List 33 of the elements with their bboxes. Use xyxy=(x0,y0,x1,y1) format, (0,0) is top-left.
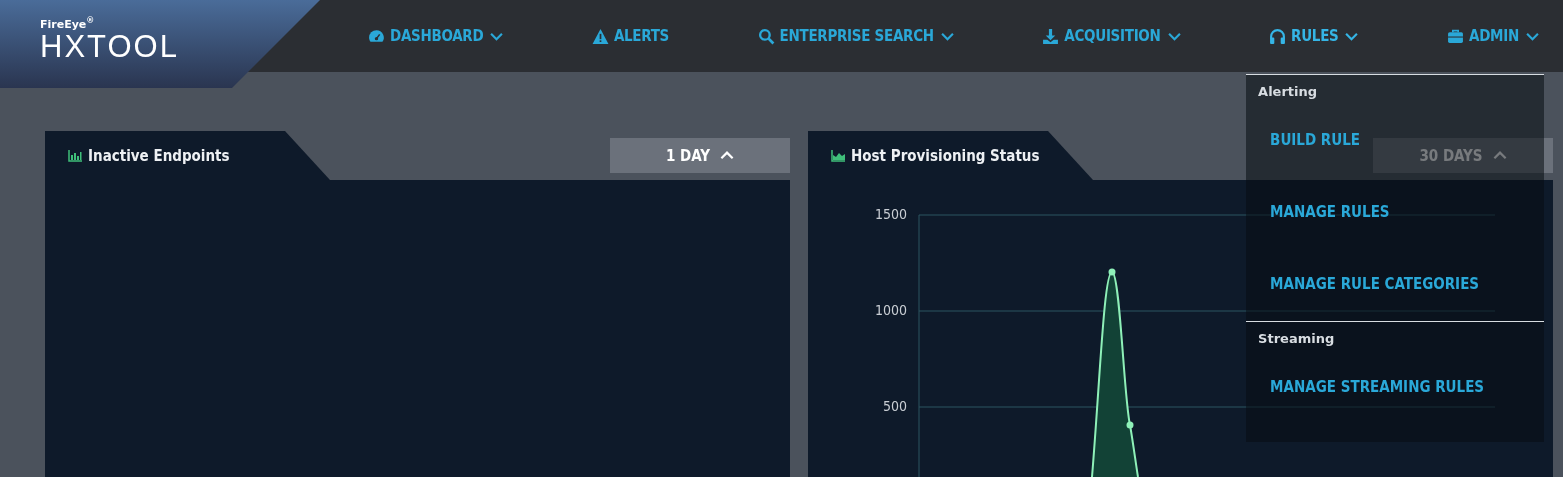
gauge-icon xyxy=(368,27,385,45)
nav-menu-item[interactable]: RULES xyxy=(1269,27,1359,45)
menu-group-heading: Streaming xyxy=(1257,330,1336,348)
y-axis-label: 500 xyxy=(882,398,907,414)
time-range-button[interactable]: 1 DAY xyxy=(610,138,790,173)
chevron-down-icon xyxy=(1525,31,1539,41)
chevron-up-icon xyxy=(720,151,735,160)
nav-menu-item[interactable]: ALERTS xyxy=(591,27,670,45)
warning-icon xyxy=(591,27,609,45)
nav-menu-item[interactable]: DASHBOARD xyxy=(368,27,504,45)
download-icon xyxy=(1042,27,1060,45)
chevron-down-icon xyxy=(490,31,504,41)
chevron-down-icon xyxy=(940,31,954,41)
brand-name: FireEye$^{®}$ xyxy=(40,16,95,31)
nav-menu-item[interactable]: ACQUISITION xyxy=(1042,27,1181,45)
menu-item[interactable]: MANAGE RULES xyxy=(1246,177,1414,249)
area-chart-icon xyxy=(831,150,845,162)
bar-chart-icon xyxy=(68,150,82,162)
nav-menu-item[interactable]: ENTERPRISE SEARCH xyxy=(757,27,954,45)
headphones-icon xyxy=(1269,27,1287,45)
y-axis-label: 1500 xyxy=(874,206,907,222)
product-name: HXTOOL xyxy=(40,30,179,63)
search-icon xyxy=(757,27,775,45)
menu-group-heading: Alerting xyxy=(1257,83,1319,101)
menu-item[interactable]: MANAGE STREAMING RULES xyxy=(1246,352,1509,424)
menu-item[interactable]: MANAGE RULE CATEGORIES xyxy=(1246,249,1504,321)
briefcase-icon xyxy=(1447,27,1465,45)
chevron-up-icon xyxy=(1492,151,1507,160)
y-axis-label: 1000 xyxy=(874,302,907,318)
nav-menu-item[interactable]: ADMIN xyxy=(1447,27,1539,45)
chevron-down-icon xyxy=(1167,31,1181,41)
time-range-button[interactable]: 30 DAYS xyxy=(1373,138,1553,173)
chevron-down-icon xyxy=(1345,31,1359,41)
